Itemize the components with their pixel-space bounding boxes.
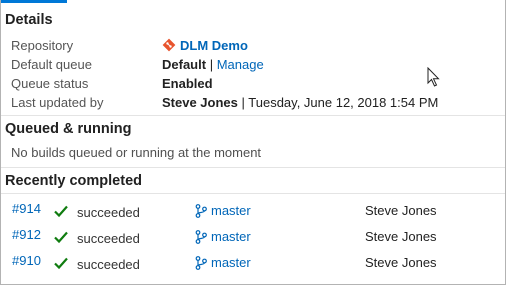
build-id-link[interactable]: #910 — [12, 253, 41, 268]
repository-value[interactable]: DLM Demo — [162, 38, 248, 53]
git-diamond-icon — [162, 38, 176, 52]
recently-completed-heading: Recently completed — [5, 173, 142, 189]
requested-by: Steve Jones — [365, 255, 437, 270]
branch-icon — [195, 230, 207, 244]
section-divider — [1, 167, 505, 168]
last-updated-timestamp: Tuesday, June 12, 2018 1:54 PM — [248, 95, 439, 110]
mouse-pointer-icon — [427, 67, 440, 87]
section-divider — [1, 115, 505, 116]
build-status: succeeded — [77, 205, 140, 220]
requested-by: Steve Jones — [365, 229, 437, 244]
branch-link[interactable]: master — [211, 229, 251, 244]
checkmark-icon — [54, 257, 68, 270]
build-id-link[interactable]: #914 — [12, 201, 41, 216]
repository-link[interactable]: DLM Demo — [180, 38, 248, 53]
build-id-link[interactable]: #912 — [12, 227, 41, 242]
last-updated-user: Steve Jones — [162, 95, 238, 110]
branch-link[interactable]: master — [211, 203, 251, 218]
details-heading: Details — [5, 12, 53, 28]
build-definition-summary-panel: Details Repository DLM Demo Default queu… — [0, 0, 506, 285]
queued-empty-message: No builds queued or running at the momen… — [11, 145, 262, 160]
queue-status-label: Queue status — [11, 76, 89, 91]
separator: | — [241, 95, 245, 110]
build-row[interactable]: #914 succeeded master Steve Jones — [1, 201, 505, 223]
build-status: succeeded — [77, 257, 140, 272]
branch-icon — [195, 204, 207, 218]
last-updated-value: Steve Jones | Tuesday, June 12, 2018 1:5… — [162, 95, 438, 110]
queue-status-value: Enabled — [162, 76, 213, 91]
default-queue-label: Default queue — [11, 57, 92, 72]
separator: | — [209, 57, 214, 72]
requested-by: Steve Jones — [365, 203, 437, 218]
branch-icon — [195, 256, 207, 270]
last-updated-label: Last updated by — [11, 95, 104, 110]
active-tab-indicator — [1, 0, 67, 3]
checkmark-icon — [54, 205, 68, 218]
queued-running-heading: Queued & running — [5, 121, 132, 137]
build-row[interactable]: #912 succeeded master Steve Jones — [1, 227, 505, 249]
build-row[interactable]: #910 succeeded master Steve Jones — [1, 253, 505, 275]
default-queue-value: Default | Manage — [162, 57, 264, 72]
checkmark-icon — [54, 231, 68, 244]
repository-label: Repository — [11, 38, 74, 53]
build-status: succeeded — [77, 231, 140, 246]
manage-link[interactable]: Manage — [217, 57, 264, 72]
default-queue-name: Default — [162, 57, 207, 72]
repository-row: Repository DLM Demo — [1, 36, 505, 55]
branch-link[interactable]: master — [211, 255, 251, 270]
last-updated-row: Last updated by Steve Jones | Tuesday, J… — [1, 93, 505, 112]
section-divider — [1, 193, 505, 194]
